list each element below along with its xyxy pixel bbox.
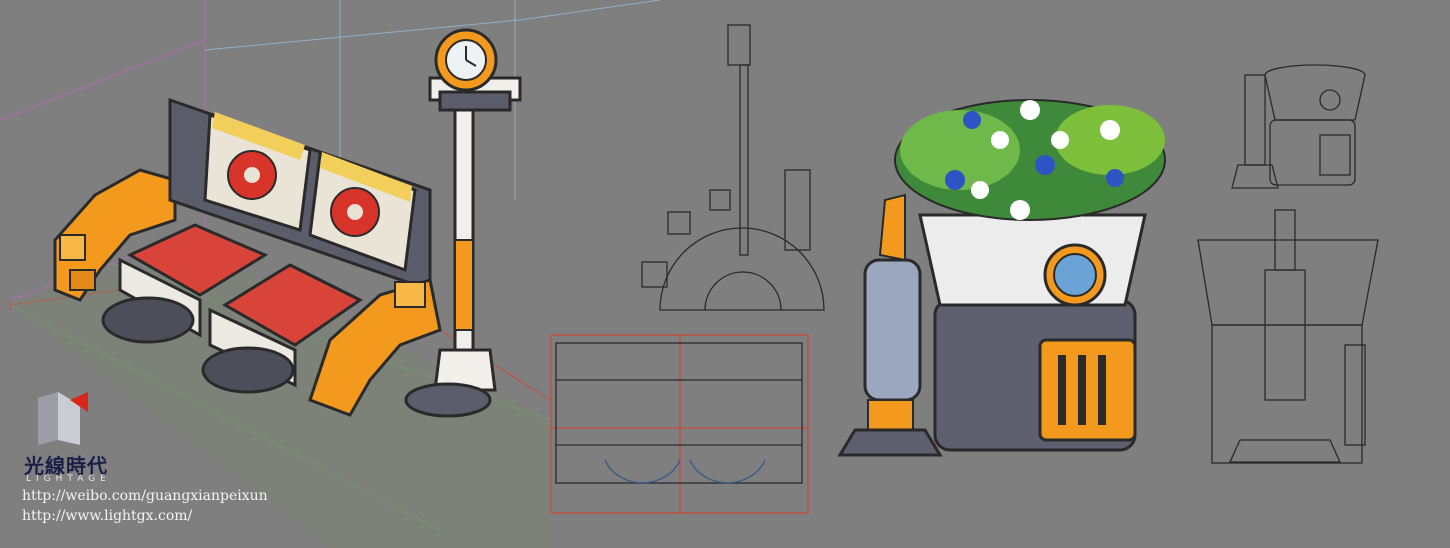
bench-side-lineart [641,24,825,311]
website-url: http://www.lightgx.com/ [22,508,193,524]
watermark: 光線時代 LIGHTAGE http://weibo.com/guangxian… [18,392,358,532]
brand-name-en: LIGHTAGE [26,474,111,484]
bench-plan-lineart [550,334,809,514]
weibo-url: http://weibo.com/guangxianpeixun [22,488,268,504]
planter-lineart [1197,64,1379,464]
planter-illustration [837,99,1166,457]
